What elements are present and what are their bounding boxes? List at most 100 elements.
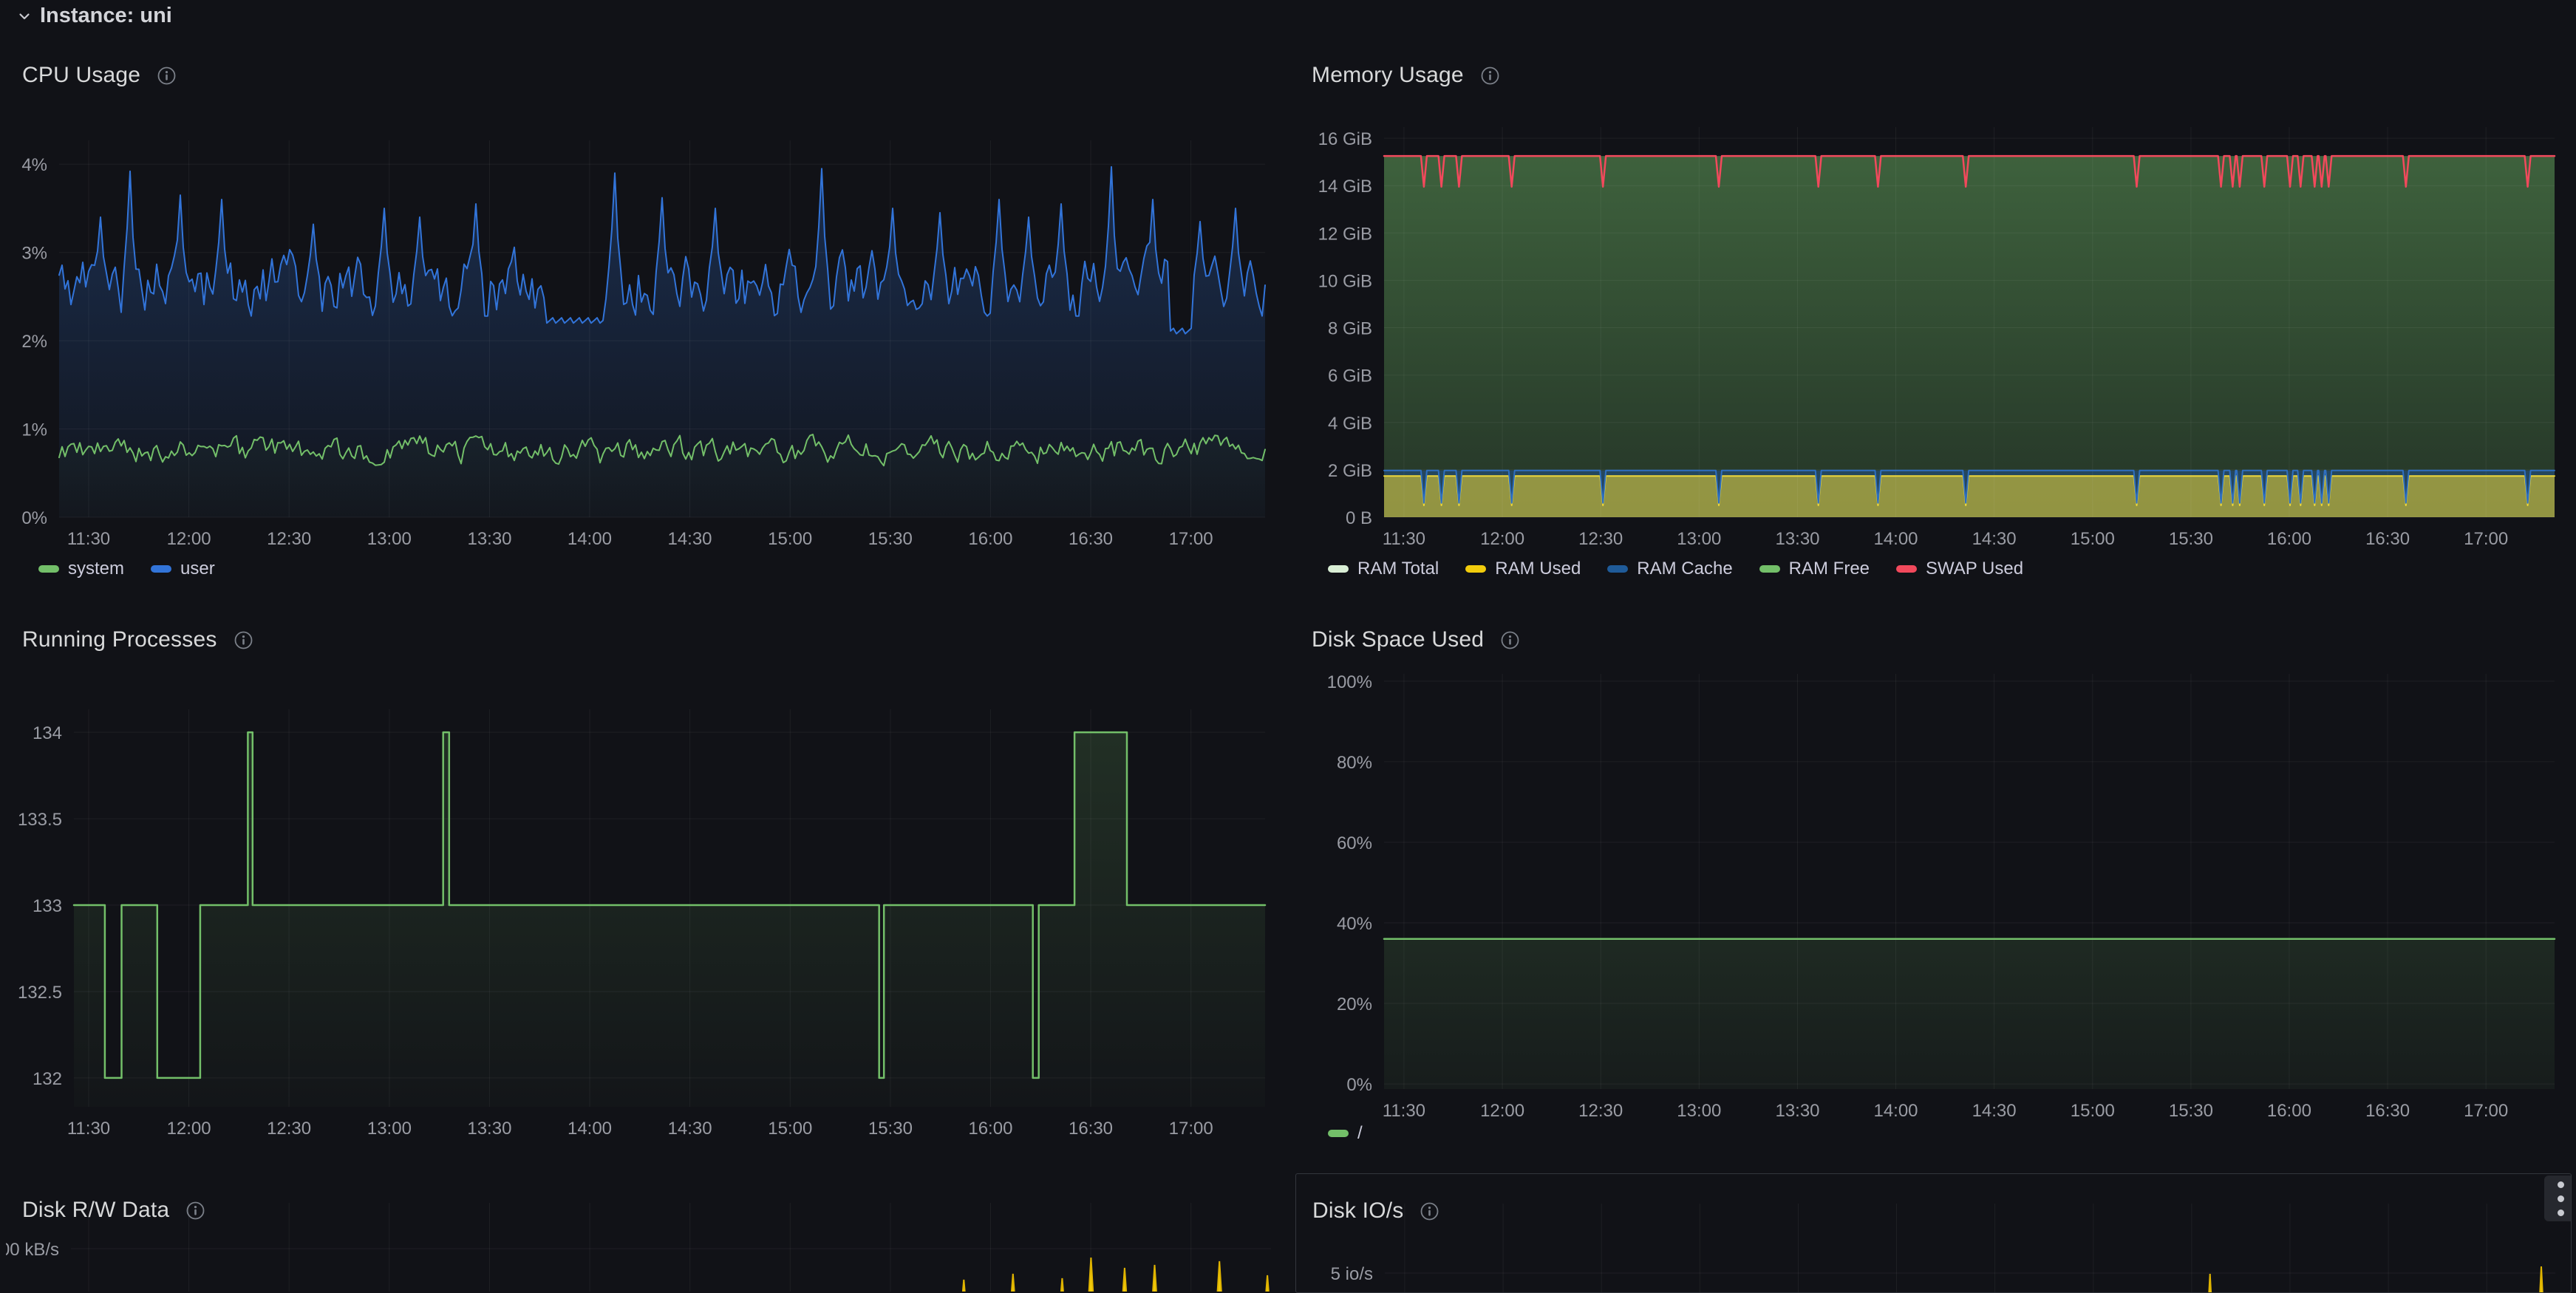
panel-disk-rw-data: Disk R/W Data 100 kB/s (6, 1173, 1289, 1292)
panel-title[interactable]: Disk IO/s (1312, 1198, 1403, 1224)
svg-text:5 io/s: 5 io/s (1331, 1264, 1373, 1284)
grafana-dashboard: { "row_header": { "label": "Instance: un… (0, 0, 2576, 1277)
panel-title[interactable]: Disk Space Used (1312, 627, 1484, 652)
diskio-chart-canvas[interactable]: 5 io/s (1296, 1174, 2571, 1292)
svg-text:11:30: 11:30 (67, 1119, 110, 1139)
svg-text:15:00: 15:00 (768, 1119, 812, 1139)
panel-title[interactable]: CPU Usage (22, 63, 140, 88)
legend-item-swap-used[interactable]: SWAP Used (1896, 559, 2023, 579)
panel-header: Running Processes (22, 624, 253, 656)
panel-header: CPU Usage (22, 59, 177, 92)
svg-text:3%: 3% (21, 244, 47, 264)
svg-text:133.5: 133.5 (18, 810, 62, 830)
legend-swatch (38, 565, 59, 573)
svg-text:16:30: 16:30 (2365, 529, 2410, 549)
svg-text:13:30: 13:30 (1775, 1101, 1819, 1121)
legend-item-ram-cache[interactable]: RAM Cache (1607, 559, 1732, 579)
svg-text:13:00: 13:00 (1677, 529, 1721, 549)
svg-text:13:00: 13:00 (367, 1119, 412, 1139)
svg-text:12:00: 12:00 (1480, 529, 1524, 549)
panel-header: Disk R/W Data (22, 1194, 205, 1227)
panel-title[interactable]: Disk R/W Data (22, 1198, 169, 1223)
svg-text:60%: 60% (1337, 833, 1372, 853)
svg-text:12:30: 12:30 (1578, 529, 1623, 549)
panel-running-processes: Running Processes 132132.5133133.513411:… (6, 603, 1289, 1164)
svg-text:12:30: 12:30 (1578, 1101, 1623, 1121)
svg-text:11:30: 11:30 (67, 529, 110, 549)
legend-label: RAM Cache (1637, 559, 1732, 579)
svg-text:15:30: 15:30 (868, 1119, 913, 1139)
svg-text:14:30: 14:30 (1972, 529, 2017, 549)
legend-swatch (1759, 565, 1780, 573)
memory-chart-canvas[interactable]: 0 B 2 GiB 4 GiB 6 GiB 8 GiB 10 GiB 12 GiB 14 Gi… (1295, 38, 2570, 597)
svg-text:14:30: 14:30 (1972, 1101, 2017, 1121)
legend-swatch (1896, 565, 1917, 573)
panel-title[interactable]: Running Processes (22, 627, 217, 652)
svg-text:0 B: 0 B (1346, 508, 1372, 528)
svg-text:133: 133 (33, 896, 62, 916)
svg-text:15:00: 15:00 (2071, 529, 2115, 549)
legend-item-ram-total[interactable]: RAM Total (1328, 559, 1439, 579)
legend-item-user[interactable]: user (151, 559, 215, 579)
svg-text:16 GiB: 16 GiB (1318, 129, 1372, 149)
svg-text:13:30: 13:30 (467, 1119, 511, 1139)
info-icon[interactable] (1420, 1201, 1439, 1221)
panel-menu-kebab-button[interactable] (2544, 1176, 2572, 1221)
info-icon[interactable] (157, 66, 177, 86)
svg-text:13:00: 13:00 (367, 529, 412, 549)
legend-label: RAM Total (1357, 559, 1439, 579)
diskrw-chart-canvas[interactable]: 100 kB/s (6, 1173, 1289, 1292)
svg-text:16:00: 16:00 (968, 1119, 1012, 1139)
row-title: Instance: uni (40, 4, 172, 28)
info-icon[interactable] (185, 1201, 205, 1221)
svg-text:12:30: 12:30 (267, 1119, 311, 1139)
svg-text:13:00: 13:00 (1677, 1101, 1721, 1121)
legend-item-ram-used[interactable]: RAM Used (1465, 559, 1581, 579)
row-header-instance-uni[interactable]: Instance: uni (16, 4, 172, 28)
svg-text:100%: 100% (1327, 672, 1372, 692)
svg-text:10 GiB: 10 GiB (1318, 271, 1372, 291)
legend-item-ram-free[interactable]: RAM Free (1759, 559, 1870, 579)
legend-item-system[interactable]: system (38, 559, 124, 579)
svg-text:132: 132 (33, 1069, 62, 1089)
svg-text:14:30: 14:30 (667, 529, 712, 549)
legend-swatch (1465, 565, 1486, 573)
legend-label: system (68, 559, 124, 579)
legend-swatch (1328, 1130, 1349, 1137)
svg-text:4 GiB: 4 GiB (1328, 414, 1372, 434)
cpu-chart-canvas[interactable]: 0%1%2%3%4%11:3012:0012:3013:0013:3014:00… (6, 38, 1289, 597)
svg-text:80%: 80% (1337, 753, 1372, 773)
legend-item--[interactable]: / (1328, 1123, 1363, 1144)
legend-swatch (1607, 565, 1628, 573)
processes-chart-canvas[interactable]: 132132.5133133.513411:3012:0012:3013:001… (6, 603, 1289, 1164)
svg-text:11:30: 11:30 (1383, 529, 1425, 549)
panel-header: Memory Usage (1312, 59, 1500, 92)
svg-text:20%: 20% (1337, 995, 1372, 1014)
legend-label: SWAP Used (1926, 559, 2023, 579)
svg-text:8 GiB: 8 GiB (1328, 319, 1372, 339)
svg-text:15:30: 15:30 (2169, 1101, 2213, 1121)
info-icon[interactable] (1500, 630, 1520, 650)
info-icon[interactable] (234, 630, 253, 650)
svg-text:16:30: 16:30 (2365, 1101, 2410, 1121)
svg-text:14 GiB: 14 GiB (1318, 177, 1372, 197)
svg-text:15:00: 15:00 (2071, 1101, 2115, 1121)
svg-text:14:00: 14:00 (568, 529, 612, 549)
svg-text:11:30: 11:30 (1383, 1101, 1425, 1121)
svg-text:0%: 0% (21, 508, 47, 528)
svg-text:17:00: 17:00 (1169, 529, 1213, 549)
panel-title[interactable]: Memory Usage (1312, 63, 1464, 88)
info-icon[interactable] (1480, 66, 1500, 86)
legend-label: / (1357, 1123, 1363, 1144)
diskspace-chart-canvas[interactable]: 0%20%40%60%80%100%11:3012:0012:3013:0013… (1295, 603, 2570, 1164)
svg-text:6 GiB: 6 GiB (1328, 366, 1372, 386)
legend-label: RAM Used (1495, 559, 1581, 579)
svg-text:12 GiB: 12 GiB (1318, 224, 1372, 244)
svg-text:100 kB/s: 100 kB/s (6, 1240, 59, 1260)
svg-text:0%: 0% (1346, 1075, 1372, 1095)
svg-text:17:00: 17:00 (2464, 529, 2508, 549)
legend-swatch (1328, 565, 1349, 573)
svg-text:2 GiB: 2 GiB (1328, 461, 1372, 481)
svg-text:17:00: 17:00 (2464, 1101, 2508, 1121)
svg-text:12:00: 12:00 (167, 529, 211, 549)
